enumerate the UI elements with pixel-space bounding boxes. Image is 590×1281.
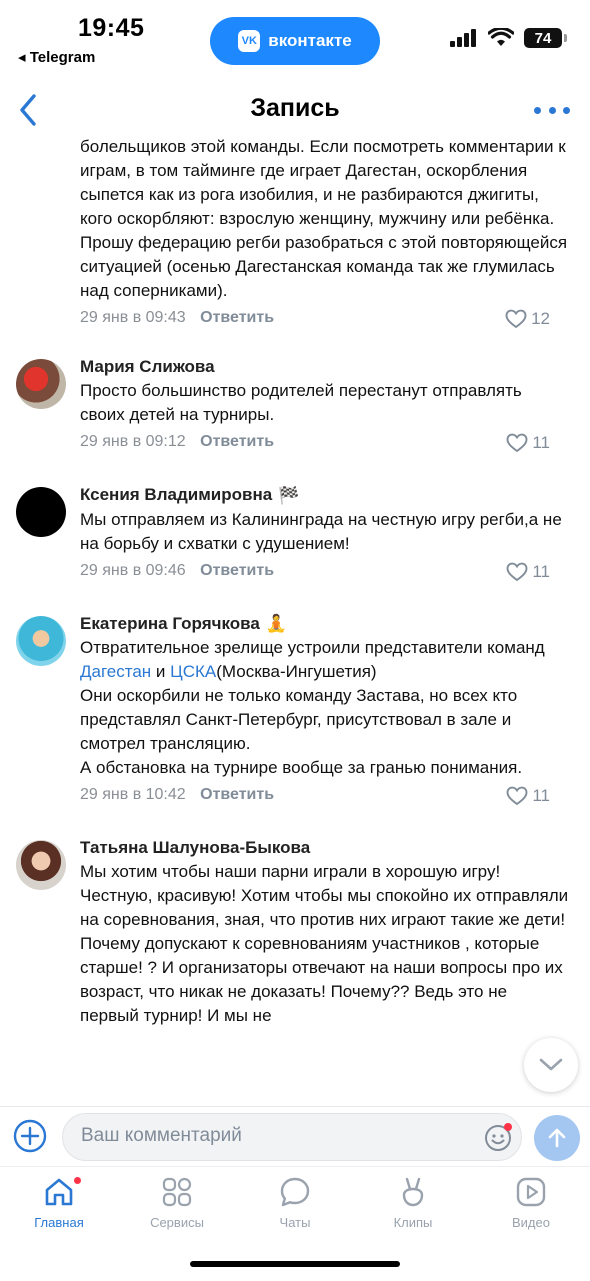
avatar[interactable] (16, 359, 66, 409)
comment-text: Мы отправляем из Калининграда на честную… (80, 509, 562, 553)
home-indicator (190, 1261, 400, 1267)
comment-date: 29 янв в 09:46 (80, 561, 186, 579)
comment-meta: 29 янв в 09:43 Ответить 12 (80, 309, 570, 333)
comment-item: Татьяна Шалунова-Быкова Мы хотим чтобы н… (0, 836, 590, 1028)
heart-icon (506, 562, 528, 581)
like-button[interactable]: 12 (505, 309, 550, 329)
comment-feed[interactable]: болельщиков этой команды. Если посмотрет… (0, 138, 590, 1106)
comment-item: Екатерина Горячкова 🧘 Отвратительное зрел… (0, 612, 590, 811)
tab-label: Видео (512, 1215, 550, 1230)
battery-level: 74 (534, 29, 552, 47)
flag-emoji-icon: 🏁 (278, 485, 300, 505)
services-icon (162, 1177, 192, 1207)
reply-button[interactable]: Ответить (200, 433, 274, 450)
video-icon (516, 1177, 546, 1207)
more-dots-icon (534, 106, 541, 114)
author-name: Ксения Владимировна (80, 485, 273, 504)
emoji-button[interactable] (483, 1122, 513, 1152)
community-link-dagestan[interactable]: Дагестан (80, 662, 151, 681)
comment-input-wrapper (62, 1113, 522, 1161)
like-count: 11 (532, 561, 550, 581)
comment-meta: 29 янв в 10:42 Ответить 11 (80, 786, 570, 810)
status-time: 19:45 (78, 14, 145, 42)
comment-text: Просто большинство родителей перестанут … (80, 381, 522, 424)
like-button[interactable]: 11 (506, 433, 550, 453)
vk-app-pill[interactable]: VK вконтакте (210, 17, 380, 65)
comment-date: 29 янв в 09:12 (80, 433, 186, 450)
avatar[interactable] (16, 615, 66, 666)
avatar[interactable] (16, 487, 66, 537)
community-link-cska[interactable]: ЦСКА (170, 662, 216, 681)
smiley-icon (485, 1123, 512, 1151)
comment-date: 29 янв в 09:43 (80, 309, 186, 326)
more-button[interactable] (534, 96, 570, 124)
attach-button[interactable] (13, 1119, 47, 1153)
comment-author[interactable]: Екатерина Горячкова 🧘 (80, 612, 570, 637)
arrow-up-icon (548, 1128, 566, 1148)
comment-item: болельщиков этой команды. Если посмотрет… (0, 138, 590, 333)
comment-date: 29 янв в 10:42 (80, 786, 186, 804)
status-bar: 19:45 ◂ Telegram VK вконтакте 74 (0, 0, 590, 76)
text-part: Отвратительное зрелище устроили представ… (80, 638, 545, 658)
heart-icon (506, 433, 528, 453)
tab-label: Главная (34, 1215, 84, 1230)
comment-text: Мы хотим чтобы наши парни играли в хорош… (80, 862, 569, 1026)
like-button[interactable]: 11 (506, 786, 550, 806)
comment-input[interactable] (79, 1124, 483, 1148)
reply-button[interactable]: Ответить (200, 786, 274, 803)
notification-badge (74, 1177, 81, 1184)
tab-video[interactable]: Видео (476, 1175, 586, 1230)
chevron-down-icon (539, 1058, 563, 1071)
comment-author[interactable]: Мария Слижова (80, 355, 570, 379)
home-icon (45, 1178, 73, 1206)
plus-circle-icon (13, 1119, 47, 1153)
reply-button[interactable]: Ответить (200, 562, 274, 579)
page-title: Запись (250, 94, 340, 122)
chat-icon (280, 1177, 310, 1207)
avatar[interactable] (16, 840, 66, 891)
tab-label: Сервисы (150, 1215, 204, 1230)
like-button[interactable]: 11 (506, 562, 550, 582)
comment-author[interactable]: Татьяна Шалунова-Быкова (80, 836, 570, 860)
text-part: и (151, 662, 171, 682)
system-icons: 74 (450, 28, 567, 48)
tab-chats[interactable]: Чаты (240, 1175, 350, 1230)
tab-home[interactable]: Главная (4, 1175, 114, 1230)
comment-text: болельщиков этой команды. Если посмотрет… (80, 138, 568, 300)
vk-logo-icon: VK (238, 30, 261, 52)
comment-text: Отвратительное зрелище устроили представ… (80, 636, 570, 780)
heart-icon (505, 309, 527, 329)
comment-author[interactable]: Ксения Владимировна 🏁 (80, 483, 570, 508)
like-count: 12 (531, 309, 550, 328)
reply-button[interactable]: Ответить (200, 309, 274, 326)
clips-icon (402, 1177, 424, 1207)
tab-services[interactable]: Сервисы (122, 1175, 232, 1230)
comment-item: Мария Слижова Просто большинство родител… (0, 355, 590, 457)
tab-label: Чаты (279, 1215, 311, 1230)
comment-item: Ксения Владимировна 🏁 Мы отправляем из Ка… (0, 483, 590, 586)
author-name: Екатерина Горячкова (80, 613, 260, 633)
comment-meta: 29 янв в 09:12 Ответить 11 (80, 433, 570, 457)
scroll-down-button[interactable] (524, 1038, 578, 1092)
nav-header: Запись (0, 80, 590, 140)
like-count: 11 (532, 786, 550, 806)
meditation-emoji-icon: 🧘 (265, 614, 288, 634)
comment-composer (0, 1106, 590, 1167)
wifi-icon (488, 28, 514, 46)
signal-icon (450, 29, 476, 47)
tab-clips[interactable]: Клипы (358, 1175, 468, 1230)
comment-meta: 29 янв в 09:46 Ответить 11 (80, 562, 570, 586)
send-button[interactable] (534, 1115, 580, 1161)
back-to-telegram[interactable]: ◂ Telegram (18, 48, 95, 66)
tab-label: Клипы (393, 1215, 433, 1230)
like-count: 11 (532, 433, 550, 452)
vk-pill-label: вконтакте (268, 31, 352, 50)
battery-icon: 74 (524, 28, 567, 48)
heart-icon (506, 786, 528, 806)
